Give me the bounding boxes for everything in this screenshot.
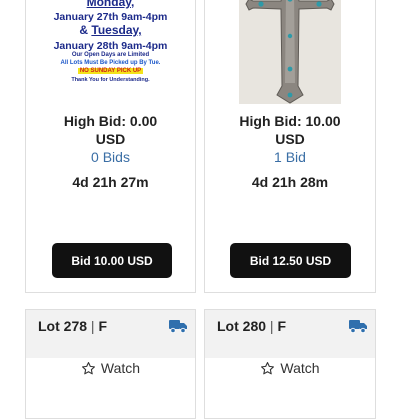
truck-icon	[169, 320, 187, 333]
watch-button[interactable]: Watch	[26, 360, 195, 376]
flyer-day-1: Monday,	[86, 0, 135, 9]
bid-button[interactable]: Bid 10.00 USD	[52, 243, 172, 278]
bid-count-link[interactable]: 1 Bid	[205, 149, 375, 165]
currency-label: USD	[95, 131, 126, 147]
lot-image-flyer[interactable]: Monday, January 27th 9am-4pm & Tuesday, …	[26, 0, 195, 99]
flyer-pickup-note: All Lots Must Be Picked up By Tue.	[60, 60, 161, 66]
bid-count-link[interactable]: 0 Bids	[26, 149, 195, 165]
truck-icon	[349, 320, 367, 333]
high-bid-label: High Bid: 0.00	[63, 113, 158, 129]
lot-card: Lot 278 | F Watch	[25, 309, 196, 419]
bid-button[interactable]: Bid 12.50 USD	[230, 243, 351, 278]
lot-image-cross[interactable]	[239, 0, 341, 104]
lot-card: Monday, January 27th 9am-4pm & Tuesday, …	[25, 0, 196, 293]
lot-separator: |	[90, 318, 95, 334]
lot-flag: F	[98, 318, 107, 334]
watch-button[interactable]: Watch	[205, 360, 375, 376]
lot-card: High Bid: 10.00 USD 1 Bid 4d 21h 28m Bid…	[204, 0, 376, 293]
lot-header: Lot 278 | F	[26, 310, 195, 358]
lot-number: Lot 280	[217, 318, 267, 334]
star-icon	[81, 361, 95, 374]
watch-label: Watch	[280, 360, 320, 376]
currency-label: USD	[275, 131, 305, 147]
lot-title[interactable]: Lot 278 | F	[38, 318, 107, 334]
lot-title[interactable]: Lot 280 | F	[217, 318, 286, 334]
flyer-date-1: January 27th 9am-4pm	[53, 11, 168, 23]
lot-separator: |	[269, 318, 274, 334]
lot-card: Lot 280 | F Watch	[204, 309, 376, 419]
flyer-thanks: Thank You for Understanding.	[71, 77, 150, 83]
flyer-day-2: & Tuesday,	[79, 23, 142, 37]
high-bid-label: High Bid: 10.00	[239, 113, 341, 129]
time-remaining: 4d 21h 27m	[72, 174, 149, 190]
time-remaining: 4d 21h 28m	[251, 174, 329, 190]
lot-flag: F	[277, 318, 286, 334]
flyer-warning: NO SUNDAY PICK UP	[77, 68, 144, 74]
watch-label: Watch	[100, 360, 141, 376]
flyer-note: Our Open Days are Limited	[71, 52, 150, 58]
star-icon	[261, 361, 275, 374]
flyer-date-2: January 28th 9am-4pm	[53, 40, 168, 52]
lot-number: Lot 278	[38, 318, 88, 334]
lot-header: Lot 280 | F	[205, 310, 375, 358]
cross-photo	[239, 0, 341, 104]
